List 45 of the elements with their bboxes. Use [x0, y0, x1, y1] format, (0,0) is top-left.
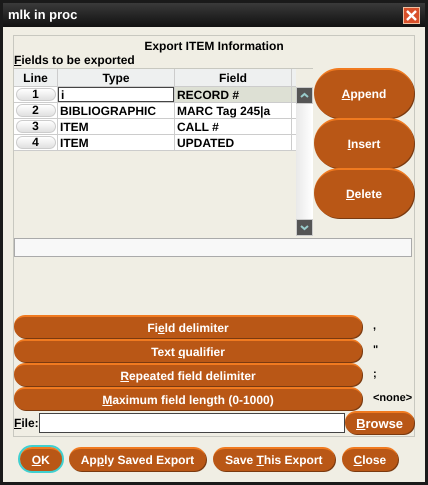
close-button[interactable]: [403, 6, 420, 24]
table-cell-text: MARC Tag 245|a: [176, 102, 272, 120]
option-button[interactable]: Text qualifier: [14, 339, 362, 362]
panel-heading: Export ITEM Information: [143, 39, 285, 53]
table-cell-text: ITEM: [59, 134, 90, 152]
column-header: Line: [14, 69, 58, 86]
option-value: ,: [373, 319, 376, 334]
type-input[interactable]: i: [58, 87, 174, 102]
scroll-up-icon[interactable]: [296, 87, 313, 104]
option-value: <none>: [373, 391, 412, 406]
table-row[interactable]: 2 BIBLIOGRAPHIC MARC Tag 245|a: [14, 103, 296, 119]
column-header: Field: [175, 69, 292, 86]
browse-button[interactable]: Browse: [345, 411, 414, 434]
line-number-button[interactable]: 2: [16, 104, 56, 117]
action-button[interactable]: Insert: [314, 118, 414, 168]
file-input[interactable]: [38, 412, 346, 432]
action-button[interactable]: Delete: [314, 168, 414, 218]
table-cell-text: UPDATED: [176, 134, 236, 152]
footer-button[interactable]: Close: [342, 447, 398, 471]
table-row[interactable]: 1 i RECORD #: [14, 87, 296, 103]
file-label: File:: [14, 414, 39, 432]
fields-label: Fields to be exported: [14, 53, 136, 67]
action-button[interactable]: Append: [314, 68, 414, 118]
table-row[interactable]: 3 ITEM CALL #: [14, 119, 296, 135]
footer-button[interactable]: OK: [20, 447, 62, 471]
table-cell-text: BIBLIOGRAPHIC: [59, 102, 157, 120]
table-cell-text: ITEM: [59, 118, 90, 136]
line-number-button[interactable]: 1: [16, 88, 56, 101]
table-cell-text: RECORD #: [176, 86, 240, 104]
scroll-down-icon[interactable]: [296, 219, 313, 236]
footer-button[interactable]: Apply Saved Export: [68, 447, 206, 471]
column-header: Type: [58, 69, 175, 86]
option-button[interactable]: Field delimiter: [14, 315, 362, 338]
table-cell-text: CALL #: [176, 118, 220, 136]
close-icon: [406, 10, 417, 20]
table-row[interactable]: 4 ITEM UPDATED: [14, 135, 296, 151]
option-button[interactable]: Repeated field delimiter: [14, 363, 362, 386]
option-value: ": [373, 343, 378, 358]
line-number-button[interactable]: 3: [16, 120, 56, 133]
window-title: mlk in proc: [8, 6, 78, 24]
scrollbar[interactable]: [296, 87, 313, 236]
option-button[interactable]: Maximum field length (0-1000): [14, 387, 362, 410]
option-value: ;: [373, 367, 377, 382]
footer-button[interactable]: Save This Export: [213, 447, 335, 471]
line-number-button[interactable]: 4: [16, 136, 56, 149]
